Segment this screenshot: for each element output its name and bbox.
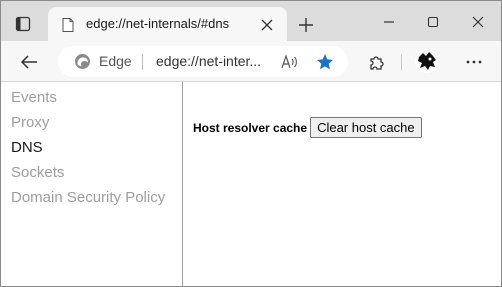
tab-strip: edge://net-internals/#dns xyxy=(1,1,501,42)
sidebar-item-events[interactable]: Events xyxy=(1,85,182,110)
tab-active[interactable]: edge://net-internals/#dns xyxy=(48,7,287,42)
dns-panel: Host resolver cache Clear host cache xyxy=(193,117,422,138)
sidebar-item-domain-security-policy[interactable]: Domain Security Policy xyxy=(1,185,182,210)
maximize-icon[interactable] xyxy=(419,9,447,35)
back-arrow-icon[interactable] xyxy=(16,49,42,75)
close-tab-icon[interactable] xyxy=(255,13,279,37)
browser-window: edge://net-internals/#dns Edge edge://ne… xyxy=(0,0,502,287)
address-divider xyxy=(142,54,143,70)
new-tab-icon[interactable] xyxy=(294,13,318,37)
toolbar: Edge edge://net-inter... xyxy=(1,41,501,82)
favorite-star-icon[interactable] xyxy=(314,51,336,73)
net-internals-sidebar: Events Proxy DNS Sockets Domain Security… xyxy=(1,82,183,286)
page-content: Events Proxy DNS Sockets Domain Security… xyxy=(1,82,501,286)
more-options-icon[interactable] xyxy=(461,49,487,75)
profile-avatar-icon[interactable] xyxy=(412,46,442,76)
page-icon xyxy=(60,17,76,33)
url-text[interactable]: edge://net-inter... xyxy=(156,53,261,69)
edge-logo-icon xyxy=(74,53,91,70)
sidebar-item-proxy[interactable]: Proxy xyxy=(1,110,182,135)
clear-host-cache-button[interactable]: Clear host cache xyxy=(310,117,422,138)
close-window-icon[interactable] xyxy=(464,9,492,35)
tab-actions-icon[interactable] xyxy=(10,11,36,37)
tab-title: edge://net-internals/#dns xyxy=(86,16,230,31)
sidebar-item-sockets[interactable]: Sockets xyxy=(1,160,182,185)
sidebar-item-dns[interactable]: DNS xyxy=(1,135,182,160)
minimize-icon[interactable] xyxy=(375,9,403,35)
site-identity-label: Edge xyxy=(99,53,132,69)
extensions-puzzle-icon[interactable] xyxy=(364,49,390,75)
address-bar[interactable]: Edge edge://net-inter... xyxy=(58,46,348,77)
toolbar-divider xyxy=(401,54,402,70)
read-aloud-icon[interactable] xyxy=(279,51,301,73)
host-resolver-label: Host resolver cache xyxy=(193,120,308,135)
